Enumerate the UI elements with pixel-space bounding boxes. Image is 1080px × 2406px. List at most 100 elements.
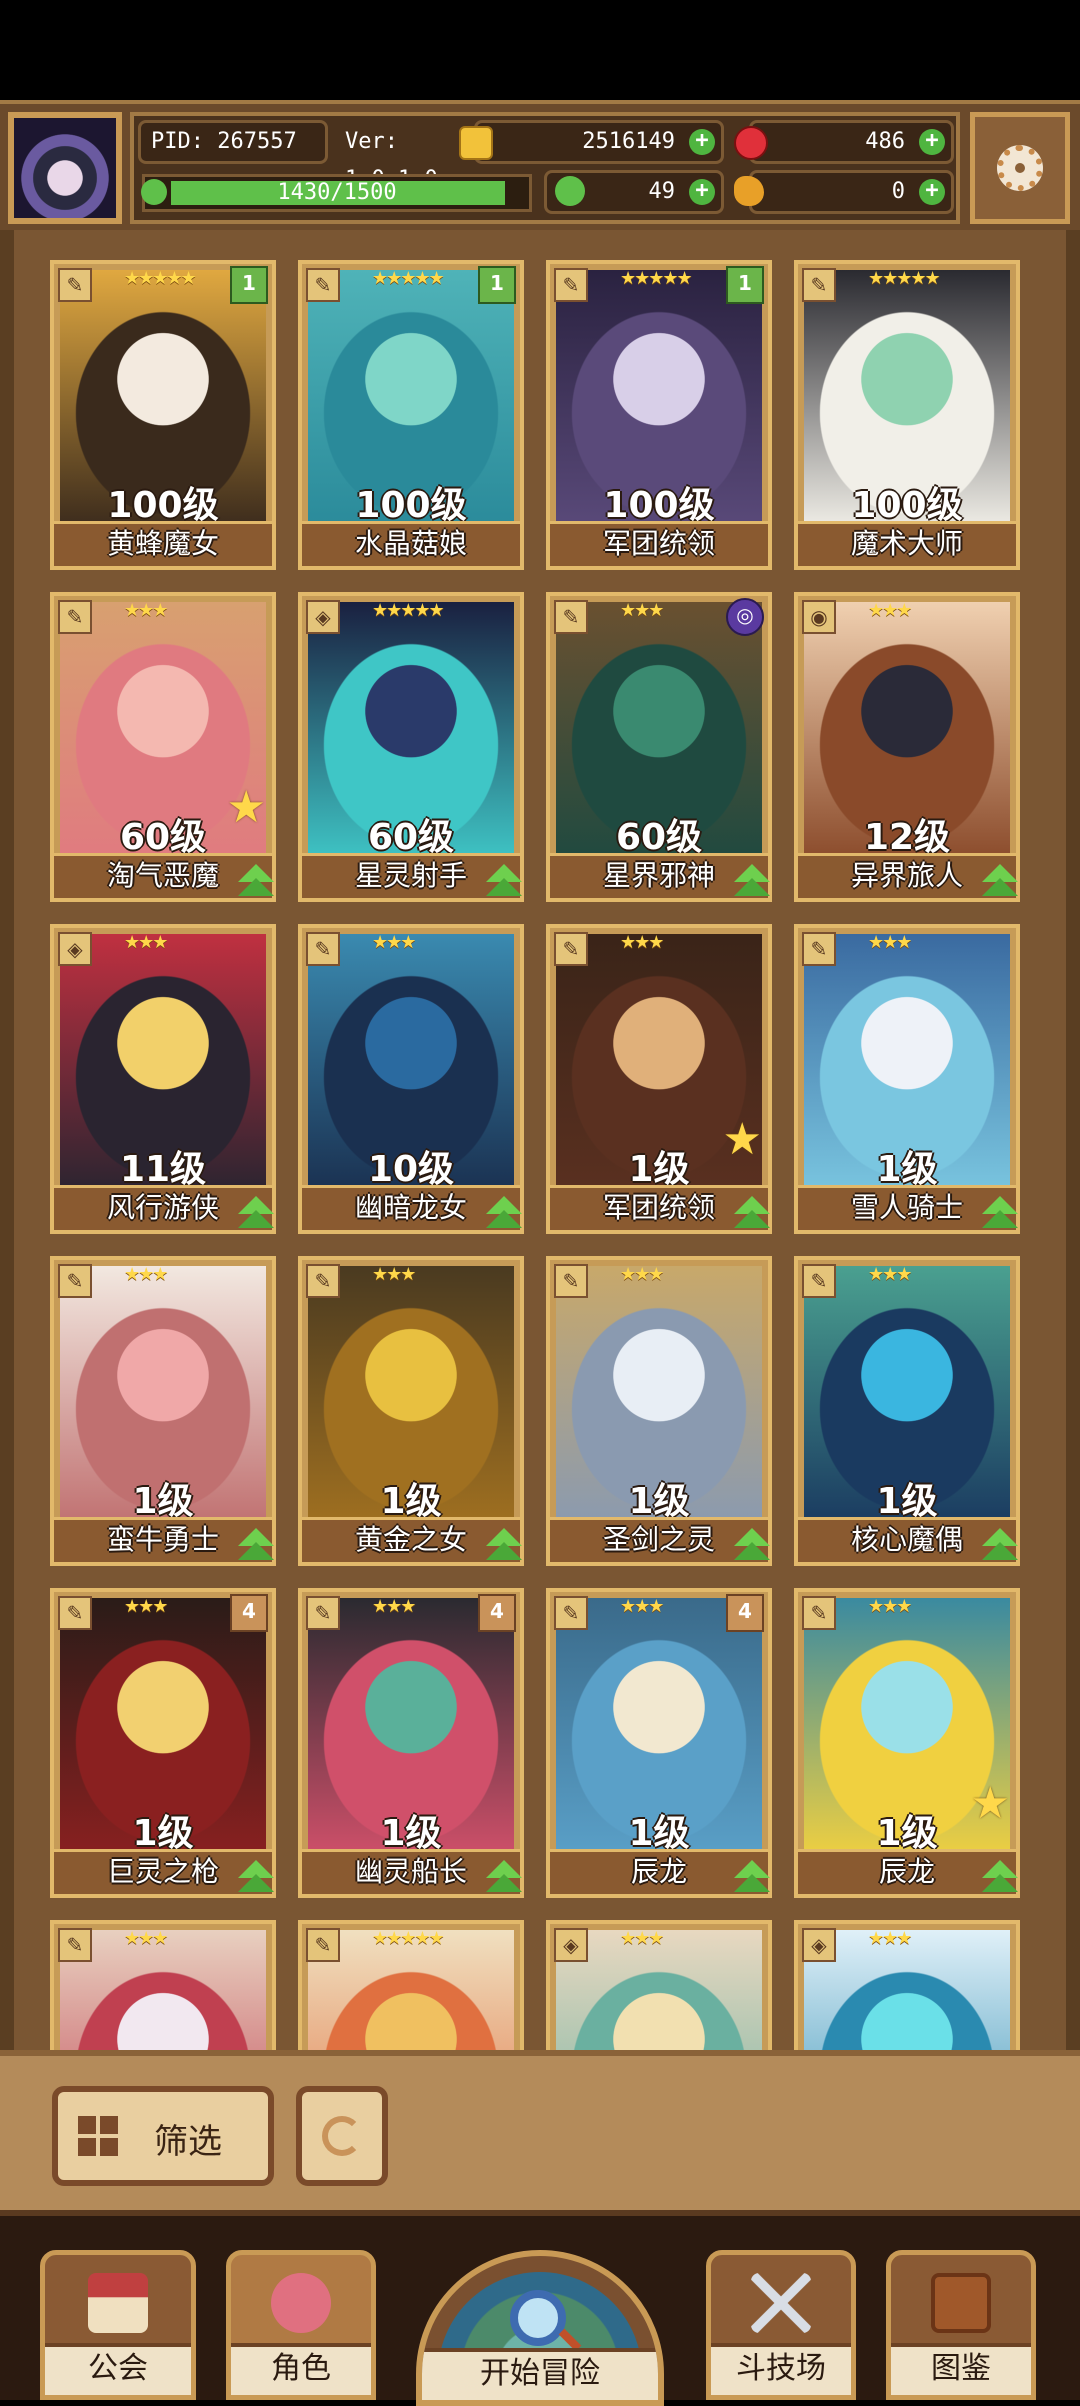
gem-value: 486 bbox=[865, 129, 905, 154]
upgrade-arrow-icon bbox=[236, 1526, 276, 1566]
rarity-stars: ★★★★★ bbox=[372, 268, 445, 289]
character-card[interactable]: ✎ ★★★ 4 1级 幽灵船长 bbox=[298, 1588, 524, 1898]
character-card[interactable]: ✎ ★★★★★ bbox=[298, 1920, 524, 2050]
character-card[interactable]: ✎ ★★★★★ 1 100级 黄蜂魔女 bbox=[50, 260, 276, 570]
character-name: 水晶菇娘 bbox=[302, 521, 520, 566]
character-card[interactable]: ✎ ★★★ 60级 ★ 淘气恶魔 bbox=[50, 592, 276, 902]
rarity-stars: ★★★ bbox=[372, 1264, 416, 1285]
exp-text: 1430/1500 bbox=[277, 180, 397, 205]
class-type-icon: ✎ bbox=[58, 1928, 92, 1962]
start-adventure-button[interactable]: 开始冒险 bbox=[416, 2250, 664, 2406]
tab-codex[interactable]: 图鉴 bbox=[886, 2250, 1036, 2400]
upgrade-arrow-icon bbox=[732, 1858, 772, 1898]
character-card[interactable]: ✎ ★★★ bbox=[50, 1920, 276, 2050]
magnifier-icon bbox=[510, 2290, 566, 2346]
class-type-icon: ✎ bbox=[58, 1596, 92, 1630]
character-card[interactable]: ✎ ★★★ 4 1级 辰龙 bbox=[546, 1588, 772, 1898]
token-counter: 0 + bbox=[734, 170, 954, 214]
character-name: 军团统领 bbox=[550, 521, 768, 566]
character-card[interactable]: ✎ ★★★★★ 100级 魔术大师 bbox=[794, 260, 1020, 570]
settings-button[interactable] bbox=[970, 112, 1070, 224]
rarity-stars: ★★★★★ bbox=[868, 268, 941, 289]
add-clover-button[interactable]: + bbox=[689, 179, 715, 205]
tab-codex-label: 图鉴 bbox=[891, 2343, 1031, 2395]
rarity-stars: ★★★ bbox=[124, 1928, 168, 1949]
gear-icon bbox=[997, 145, 1043, 191]
class-type-icon: ◈ bbox=[554, 1928, 588, 1962]
rarity-stars: ★★★ bbox=[868, 1596, 912, 1617]
class-type-icon: ◈ bbox=[58, 932, 92, 966]
class-type-icon: ✎ bbox=[306, 1264, 340, 1298]
class-type-icon: ✎ bbox=[554, 268, 588, 302]
rarity-stars: ★★★★★ bbox=[124, 268, 197, 289]
tab-character[interactable]: 角色 bbox=[226, 2250, 376, 2400]
gold-coin-icon bbox=[459, 126, 493, 160]
character-card[interactable]: ✎ ★★★ 1级 ★ 辰龙 bbox=[794, 1588, 1020, 1898]
avatar-portrait bbox=[14, 118, 116, 218]
grid-icon bbox=[78, 2116, 118, 2156]
player-avatar[interactable] bbox=[8, 112, 122, 224]
favorite-star-icon: ★ bbox=[226, 782, 266, 833]
character-card[interactable]: ✎ ★★★ 1级 雪人骑士 bbox=[794, 924, 1020, 1234]
upgrade-arrow-icon bbox=[980, 1526, 1020, 1566]
character-card[interactable]: ✎ ★★★ 1级 核心魔偶 bbox=[794, 1256, 1020, 1566]
favorite-star-icon: ★ bbox=[722, 1114, 762, 1165]
upgrade-arrow-icon bbox=[484, 1526, 524, 1566]
guild-building-icon bbox=[88, 2273, 148, 2333]
class-type-icon: ✎ bbox=[306, 268, 340, 302]
class-type-icon: ◈ bbox=[802, 1928, 836, 1962]
class-type-icon: ✎ bbox=[306, 1596, 340, 1630]
character-card[interactable]: ◈ ★★★★★ 60级 星灵射手 bbox=[298, 592, 524, 902]
book-icon bbox=[931, 2273, 991, 2333]
tab-guild[interactable]: 公会 bbox=[40, 2250, 196, 2400]
rarity-stars: ★★★ bbox=[124, 600, 168, 621]
clover-value: 49 bbox=[648, 179, 676, 204]
refresh-icon bbox=[322, 2116, 362, 2156]
upgrade-arrow-icon bbox=[236, 862, 276, 902]
character-card[interactable]: ◈ ★★★ bbox=[546, 1920, 772, 2050]
upgrade-arrow-icon bbox=[980, 1858, 1020, 1898]
character-card[interactable]: ✎ ★★★ 1级 ★ 军团统领 bbox=[546, 924, 772, 1234]
tab-arena[interactable]: 斗技场 bbox=[706, 2250, 856, 2400]
character-card[interactable]: ✎ ★★★ 1级 圣剑之灵 bbox=[546, 1256, 772, 1566]
rarity-stars: ★★★ bbox=[868, 1928, 912, 1949]
upgrade-arrow-icon bbox=[980, 1194, 1020, 1234]
character-card[interactable]: ✎ ★★★ ◎ 60级 星界邪神 bbox=[546, 592, 772, 902]
character-card[interactable]: ✎ ★★★ 4 1级 巨灵之枪 bbox=[50, 1588, 276, 1898]
filter-button[interactable]: 筛选 bbox=[52, 2086, 274, 2186]
count-badge: 1 bbox=[726, 266, 764, 304]
character-card[interactable]: ✎ ★★★ 1级 黄金之女 bbox=[298, 1256, 524, 1566]
character-card[interactable]: ✎ ★★★★★ 1 100级 水晶菇娘 bbox=[298, 260, 524, 570]
add-gold-button[interactable]: + bbox=[689, 129, 715, 155]
count-badge: 4 bbox=[726, 1594, 764, 1632]
character-card[interactable]: ✎ ★★★ 10级 幽暗龙女 bbox=[298, 924, 524, 1234]
player-info-panel: PID: 267557 Ver: 1.0.1.0 2516149 + 486 +… bbox=[130, 112, 960, 224]
reset-filter-button[interactable] bbox=[296, 2086, 388, 2186]
character-card[interactable]: ◉ ★★★ 12级 异界旅人 bbox=[794, 592, 1020, 902]
character-card[interactable]: ✎ ★★★ 1级 蛮牛勇士 bbox=[50, 1256, 276, 1566]
add-gem-button[interactable]: + bbox=[919, 129, 945, 155]
element-orb-icon: ◎ bbox=[726, 598, 764, 636]
status-bar bbox=[0, 0, 1080, 100]
upgrade-arrow-icon bbox=[484, 1194, 524, 1234]
rarity-stars: ★★★ bbox=[372, 932, 416, 953]
class-type-icon: ✎ bbox=[58, 1264, 92, 1298]
character-panel: ✎ ★★★★★ 1 100级 黄蜂魔女 ✎ ★★★★★ 1 100级 水晶菇娘 ✎ ★★★★★ 1 100… bbox=[0, 230, 1080, 2050]
clover-counter: 49 + bbox=[544, 170, 724, 214]
gold-value: 2516149 bbox=[582, 129, 675, 154]
class-type-icon: ✎ bbox=[306, 1928, 340, 1962]
rarity-stars: ★★★ bbox=[124, 1596, 168, 1617]
tab-guild-label: 公会 bbox=[45, 2343, 191, 2395]
add-token-button[interactable]: + bbox=[919, 179, 945, 205]
token-value: 0 bbox=[891, 179, 905, 204]
rarity-stars: ★★★ bbox=[620, 1596, 664, 1617]
character-card[interactable]: ◈ ★★★ bbox=[794, 1920, 1020, 2050]
count-badge: 4 bbox=[478, 1594, 516, 1632]
tab-character-label: 角色 bbox=[231, 2343, 371, 2395]
rarity-stars: ★★★ bbox=[620, 932, 664, 953]
crossed-swords-icon bbox=[751, 2273, 811, 2333]
upgrade-arrow-icon bbox=[732, 1526, 772, 1566]
character-card[interactable]: ✎ ★★★★★ 1 100级 军团统领 bbox=[546, 260, 772, 570]
character-card[interactable]: ◈ ★★★ 11级 风行游侠 bbox=[50, 924, 276, 1234]
gem-counter: 486 + bbox=[734, 120, 954, 164]
